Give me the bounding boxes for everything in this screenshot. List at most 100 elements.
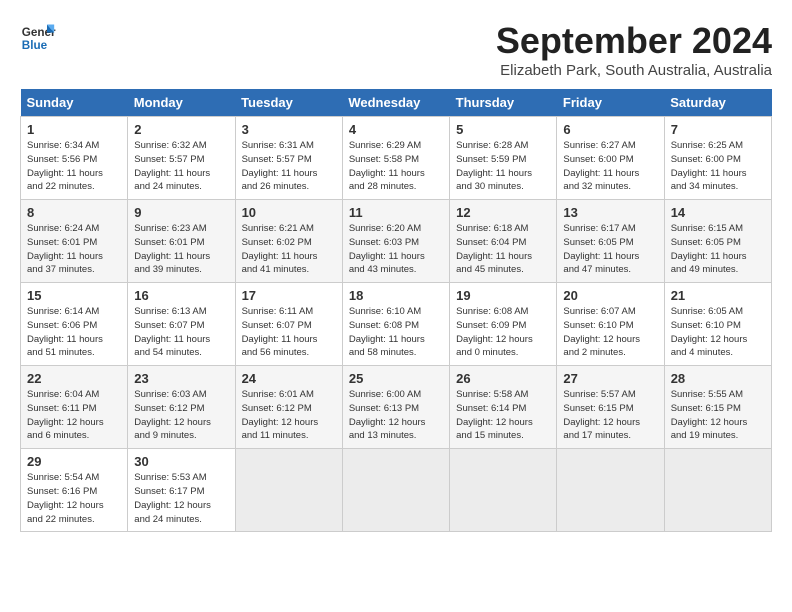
day-number: 9	[134, 205, 228, 220]
day-info: Sunrise: 6:07 AM Sunset: 6:10 PM Dayligh…	[563, 305, 657, 360]
day-cell: 7Sunrise: 6:25 AM Sunset: 6:00 PM Daylig…	[664, 117, 771, 200]
day-info: Sunrise: 6:08 AM Sunset: 6:09 PM Dayligh…	[456, 305, 550, 360]
day-number: 20	[563, 288, 657, 303]
day-number: 19	[456, 288, 550, 303]
day-info: Sunrise: 5:53 AM Sunset: 6:17 PM Dayligh…	[134, 471, 228, 526]
day-cell: 6 Sunrise: 6:27 AM Sunset: 6:00 PM Daylig…	[557, 117, 664, 200]
day-number: 27	[563, 371, 657, 386]
day-number: 15	[27, 288, 121, 303]
day-number: 5	[456, 122, 550, 137]
day-number: 29	[27, 454, 121, 469]
day-info: Sunrise: 6:32 AM Sunset: 5:57 PM Dayligh…	[134, 139, 228, 194]
week-row-4: 22 Sunrise: 6:04 AM Sunset: 6:11 PM Dayli…	[21, 366, 772, 449]
day-info: Sunrise: 6:25 AM Sunset: 6:00 PM Dayligh…	[671, 139, 765, 194]
day-cell: 8 Sunrise: 6:24 AM Sunset: 6:01 PM Daylig…	[21, 200, 128, 283]
day-cell: 9 Sunrise: 6:23 AM Sunset: 6:01 PM Daylig…	[128, 200, 235, 283]
week-row-5: 29 Sunrise: 5:54 AM Sunset: 6:16 PM Dayli…	[21, 449, 772, 532]
day-number: 30	[134, 454, 228, 469]
day-number: 3	[242, 122, 336, 137]
day-cell: 3 Sunrise: 6:31 AM Sunset: 5:57 PM Daylig…	[235, 117, 342, 200]
day-info: Sunrise: 6:11 AM Sunset: 6:07 PM Dayligh…	[242, 305, 336, 360]
day-info: Sunrise: 5:57 AM Sunset: 6:15 PM Dayligh…	[563, 388, 657, 443]
day-info: Sunrise: 5:54 AM Sunset: 6:16 PM Dayligh…	[27, 471, 121, 526]
day-info: Sunrise: 6:00 AM Sunset: 6:13 PM Dayligh…	[349, 388, 443, 443]
day-number: 23	[134, 371, 228, 386]
day-info: Sunrise: 6:29 AM Sunset: 5:58 PM Dayligh…	[349, 139, 443, 194]
day-cell: 29 Sunrise: 5:54 AM Sunset: 6:16 PM Dayli…	[21, 449, 128, 532]
day-info: Sunrise: 6:28 AM Sunset: 5:59 PM Dayligh…	[456, 139, 550, 194]
dow-thursday: Thursday	[450, 89, 557, 117]
day-number: 6	[563, 122, 657, 137]
day-info: Sunrise: 6:04 AM Sunset: 6:11 PM Dayligh…	[27, 388, 121, 443]
day-info: Sunrise: 6:24 AM Sunset: 6:01 PM Dayligh…	[27, 222, 121, 277]
day-info: Sunrise: 6:31 AM Sunset: 5:57 PM Dayligh…	[242, 139, 336, 194]
day-cell	[664, 449, 771, 532]
day-cell	[450, 449, 557, 532]
day-cell: 11 Sunrise: 6:20 AM Sunset: 6:03 PM Dayli…	[342, 200, 449, 283]
week-row-1: 1Sunrise: 6:34 AM Sunset: 5:56 PM Daylig…	[21, 117, 772, 200]
day-info: Sunrise: 6:15 AM Sunset: 6:05 PM Dayligh…	[671, 222, 765, 277]
day-number: 18	[349, 288, 443, 303]
day-info: Sunrise: 6:13 AM Sunset: 6:07 PM Dayligh…	[134, 305, 228, 360]
logo: General Blue	[20, 20, 56, 56]
day-cell: 15 Sunrise: 6:14 AM Sunset: 6:06 PM Dayli…	[21, 283, 128, 366]
day-cell	[557, 449, 664, 532]
day-cell: 10Sunrise: 6:21 AM Sunset: 6:02 PM Dayli…	[235, 200, 342, 283]
day-cell: 25 Sunrise: 6:00 AM Sunset: 6:13 PM Dayli…	[342, 366, 449, 449]
day-cell: 4 Sunrise: 6:29 AM Sunset: 5:58 PM Daylig…	[342, 117, 449, 200]
day-number: 21	[671, 288, 765, 303]
day-info: Sunrise: 6:03 AM Sunset: 6:12 PM Dayligh…	[134, 388, 228, 443]
day-cell: 13 Sunrise: 6:17 AM Sunset: 6:05 PM Dayli…	[557, 200, 664, 283]
day-cell: 21 Sunrise: 6:05 AM Sunset: 6:10 PM Dayli…	[664, 283, 771, 366]
day-cell: 23 Sunrise: 6:03 AM Sunset: 6:12 PM Dayli…	[128, 366, 235, 449]
day-cell: 28 Sunrise: 5:55 AM Sunset: 6:15 PM Dayli…	[664, 366, 771, 449]
day-info: Sunrise: 5:55 AM Sunset: 6:15 PM Dayligh…	[671, 388, 765, 443]
day-number: 11	[349, 205, 443, 220]
day-number: 28	[671, 371, 765, 386]
day-number: 22	[27, 371, 121, 386]
day-cell: 18 Sunrise: 6:10 AM Sunset: 6:08 PM Dayli…	[342, 283, 449, 366]
day-info: Sunrise: 6:10 AM Sunset: 6:08 PM Dayligh…	[349, 305, 443, 360]
day-cell: 5 Sunrise: 6:28 AM Sunset: 5:59 PM Daylig…	[450, 117, 557, 200]
day-info: Sunrise: 6:23 AM Sunset: 6:01 PM Dayligh…	[134, 222, 228, 277]
day-number: 2	[134, 122, 228, 137]
title-area: September 2024 Elizabeth Park, South Aus…	[496, 20, 772, 79]
day-cell: 2 Sunrise: 6:32 AM Sunset: 5:57 PM Daylig…	[128, 117, 235, 200]
day-cell: 1Sunrise: 6:34 AM Sunset: 5:56 PM Daylig…	[21, 117, 128, 200]
day-number: 13	[563, 205, 657, 220]
day-cell: 20 Sunrise: 6:07 AM Sunset: 6:10 PM Dayli…	[557, 283, 664, 366]
day-number: 14	[671, 205, 765, 220]
day-number: 12	[456, 205, 550, 220]
day-number: 25	[349, 371, 443, 386]
day-info: Sunrise: 6:01 AM Sunset: 6:12 PM Dayligh…	[242, 388, 336, 443]
day-number: 26	[456, 371, 550, 386]
dow-wednesday: Wednesday	[342, 89, 449, 117]
header: General Blue September 2024 Elizabeth Pa…	[20, 20, 772, 79]
dow-tuesday: Tuesday	[235, 89, 342, 117]
day-cell: 17 Sunrise: 6:11 AM Sunset: 6:07 PM Dayli…	[235, 283, 342, 366]
day-info: Sunrise: 6:17 AM Sunset: 6:05 PM Dayligh…	[563, 222, 657, 277]
days-of-week-row: SundayMondayTuesdayWednesdayThursdayFrid…	[21, 89, 772, 117]
calendar-body: 1Sunrise: 6:34 AM Sunset: 5:56 PM Daylig…	[21, 117, 772, 532]
day-info: Sunrise: 6:14 AM Sunset: 6:06 PM Dayligh…	[27, 305, 121, 360]
day-number: 16	[134, 288, 228, 303]
day-cell: 30 Sunrise: 5:53 AM Sunset: 6:17 PM Dayli…	[128, 449, 235, 532]
day-cell: 24 Sunrise: 6:01 AM Sunset: 6:12 PM Dayli…	[235, 366, 342, 449]
day-info: Sunrise: 6:05 AM Sunset: 6:10 PM Dayligh…	[671, 305, 765, 360]
day-info: Sunrise: 6:20 AM Sunset: 6:03 PM Dayligh…	[349, 222, 443, 277]
dow-friday: Friday	[557, 89, 664, 117]
day-cell: 19 Sunrise: 6:08 AM Sunset: 6:09 PM Dayli…	[450, 283, 557, 366]
day-info: Sunrise: 6:18 AM Sunset: 6:04 PM Dayligh…	[456, 222, 550, 277]
dow-sunday: Sunday	[21, 89, 128, 117]
day-number: 1	[27, 122, 121, 137]
day-number: 24	[242, 371, 336, 386]
day-cell	[235, 449, 342, 532]
logo-icon: General Blue	[20, 20, 56, 56]
day-number: 17	[242, 288, 336, 303]
dow-monday: Monday	[128, 89, 235, 117]
day-info: Sunrise: 6:27 AM Sunset: 6:00 PM Dayligh…	[563, 139, 657, 194]
week-row-2: 8 Sunrise: 6:24 AM Sunset: 6:01 PM Daylig…	[21, 200, 772, 283]
day-number: 8	[27, 205, 121, 220]
day-number: 4	[349, 122, 443, 137]
day-info: Sunrise: 6:21 AM Sunset: 6:02 PM Dayligh…	[242, 222, 336, 277]
